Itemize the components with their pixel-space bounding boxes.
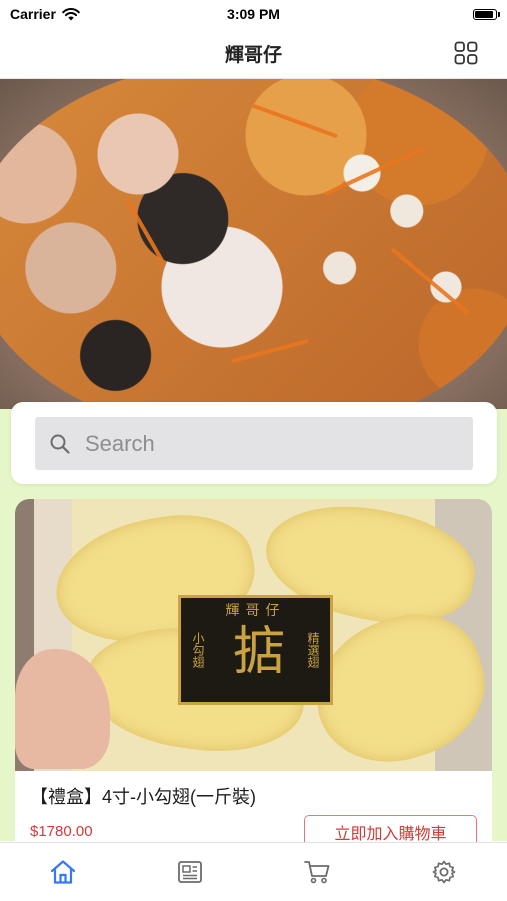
cart-icon (303, 861, 330, 884)
grid-icon (454, 41, 478, 65)
package-label-main: 掂 (232, 622, 285, 682)
tab-news[interactable] (160, 850, 220, 894)
battery-icon (473, 8, 500, 20)
search-icon (50, 434, 70, 454)
gear-icon (432, 860, 455, 884)
grid-menu-button[interactable] (453, 40, 479, 66)
package-label-side-right: 精選翅 (306, 632, 320, 668)
hero-banner-image[interactable] (0, 79, 507, 409)
search-card (11, 402, 497, 484)
navigation-bar: 輝哥仔 (0, 28, 507, 79)
package-label-side-left: 小勾翅 (191, 632, 205, 668)
tab-bar (0, 842, 507, 901)
tab-home[interactable] (33, 850, 93, 894)
product-image[interactable]: 輝哥仔 小勾翅 掂 精選翅 (15, 499, 492, 771)
product-price: $1780.00 (30, 823, 93, 840)
status-bar: Carrier 3:09 PM (0, 0, 507, 28)
package-label: 輝哥仔 小勾翅 掂 精選翅 (178, 595, 333, 705)
status-time: 3:09 PM (227, 6, 280, 22)
home-icon (51, 860, 76, 884)
tab-settings[interactable] (414, 850, 474, 894)
search-input[interactable] (83, 429, 447, 458)
search-box[interactable] (35, 417, 473, 470)
tab-cart[interactable] (287, 850, 347, 894)
soup-ingredients-photo (0, 79, 507, 409)
page-title: 輝哥仔 (224, 44, 282, 66)
package-label-title: 輝哥仔 (225, 603, 286, 619)
product-card[interactable]: 輝哥仔 小勾翅 掂 精選翅 【禮盒】4寸-小勾翅(一斤裝) $1780.00 立… (15, 499, 492, 859)
news-icon (178, 861, 203, 883)
product-name[interactable]: 【禮盒】4寸-小勾翅(一斤裝) (30, 783, 256, 809)
